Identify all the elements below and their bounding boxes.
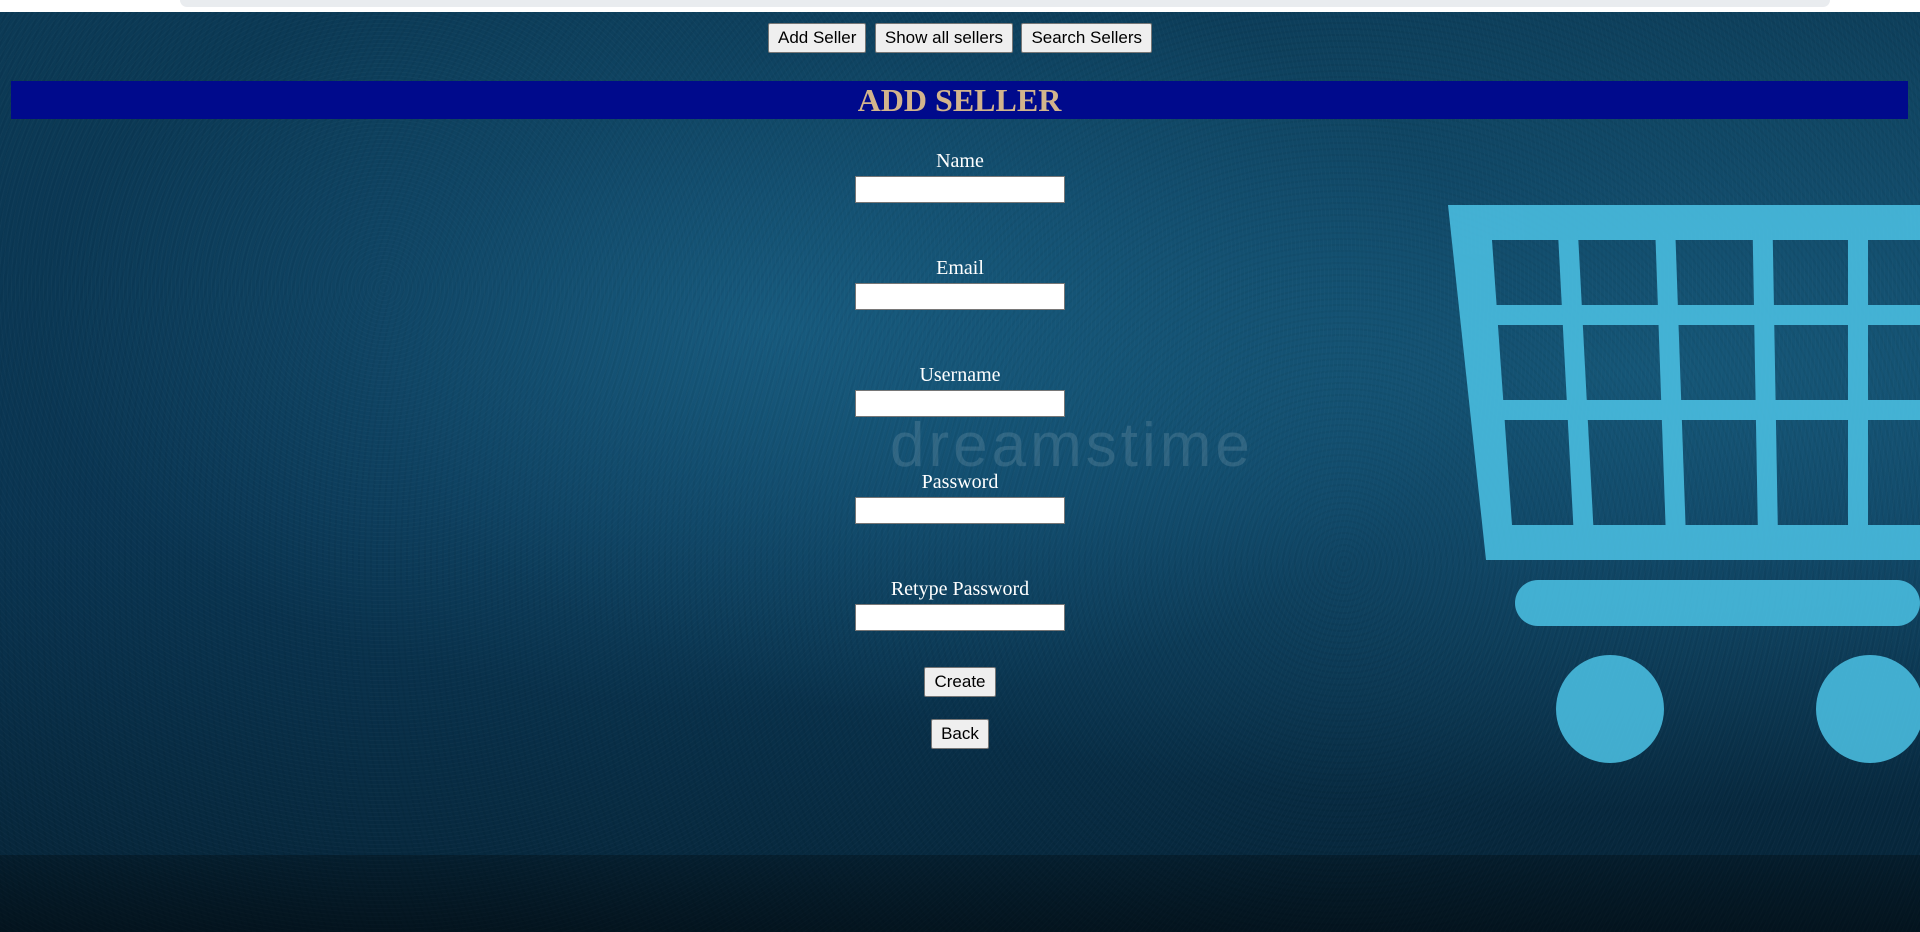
top-navigation: Add Seller Show all sellers Search Selle… [0, 23, 1920, 53]
retype-password-field-group: Retype Password [0, 574, 1920, 678]
page-title: ADD SELLER [857, 82, 1062, 118]
add-seller-form: Name Email Username Password Retype Pass… [0, 143, 1920, 678]
create-button[interactable]: Create [924, 667, 996, 697]
name-label: Name [936, 150, 984, 172]
form-actions: Create Back [0, 667, 1920, 771]
email-field-group: Email [0, 253, 1920, 357]
search-sellers-button[interactable]: Search Sellers [1021, 23, 1152, 53]
back-button[interactable]: Back [931, 719, 989, 749]
email-label: Email [936, 257, 984, 279]
browser-top-strip [0, 0, 1920, 12]
add-seller-button[interactable]: Add Seller [767, 23, 867, 53]
retype-password-label: Retype Password [890, 578, 1030, 600]
username-input[interactable] [855, 390, 1065, 417]
name-field-group: Name [0, 146, 1920, 250]
bottom-shade [0, 855, 1920, 932]
username-field-group: Username [0, 360, 1920, 464]
password-field-group: Password [0, 467, 1920, 571]
browser-address-bar-edge [180, 0, 1830, 7]
password-label: Password [921, 471, 999, 493]
name-input[interactable] [855, 176, 1065, 203]
username-label: Username [919, 364, 1001, 386]
retype-password-input[interactable] [855, 604, 1065, 631]
show-all-sellers-button[interactable]: Show all sellers [874, 23, 1013, 53]
email-input[interactable] [855, 283, 1065, 310]
page-heading-banner: ADD SELLER [11, 81, 1908, 119]
password-input[interactable] [855, 497, 1065, 524]
